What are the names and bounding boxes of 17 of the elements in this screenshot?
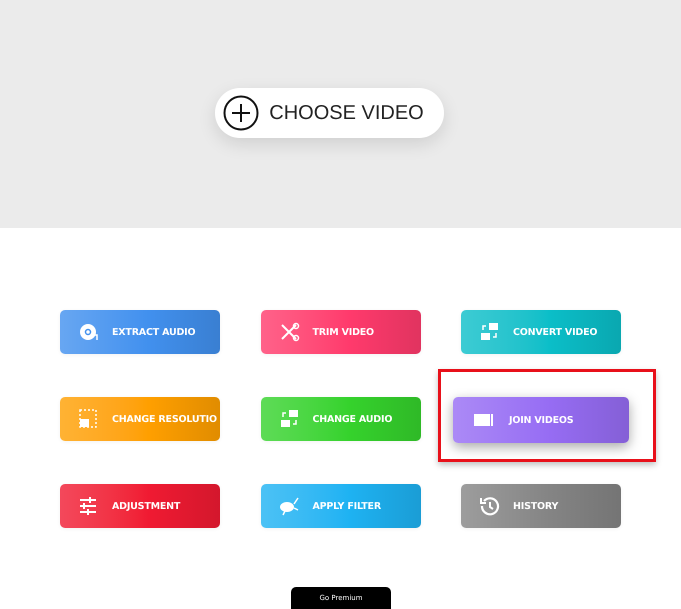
tool-button[interactable]: HISTORY [461,484,621,528]
disc-icon [78,321,100,343]
tool-button[interactable]: CHANGE AUDIO [260,397,420,441]
tool-button[interactable]: JOIN VIDEOS [453,397,629,443]
scissors-icon [278,321,300,343]
tool-button[interactable]: ADJUSTMENT [60,484,220,528]
convert-icon [479,321,501,343]
tool-button[interactable]: EXTRACT AUDIO [60,310,220,354]
history-icon [479,495,501,517]
plus-icon [223,95,260,131]
tool-button[interactable]: APPLY FILTER [260,484,420,528]
tool-button[interactable]: CHANGE RESOLUTIO [60,397,220,441]
convert-icon [278,408,300,430]
choose-video-button[interactable]: CHOOSE VIDEO [215,88,444,138]
tool-button[interactable]: CONVERT VIDEO [461,310,621,354]
resolution-icon [78,408,100,430]
tool-button[interactable]: TRIM VIDEO [260,310,420,354]
